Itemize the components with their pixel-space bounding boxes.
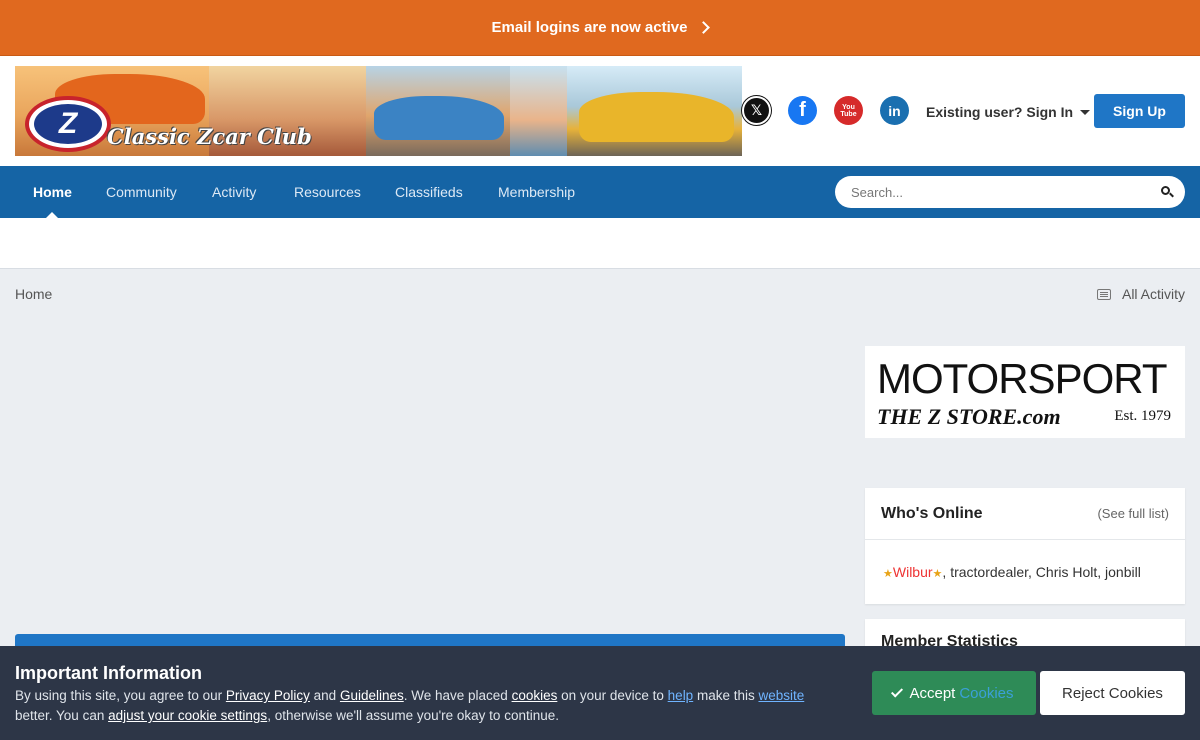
breadcrumb-home[interactable]: Home bbox=[15, 286, 52, 302]
online-user-link[interactable]: Wilbur bbox=[893, 564, 933, 580]
cookie-title: Important Information bbox=[15, 663, 202, 683]
announcement-bar[interactable]: Email logins are now active bbox=[0, 0, 1200, 56]
nav-item-home[interactable]: Home bbox=[33, 166, 72, 218]
widget-header: Who's Online (See full list) bbox=[865, 488, 1185, 540]
reject-cookies-button[interactable]: Reject Cookies bbox=[1040, 671, 1185, 715]
z-badge-icon: Z bbox=[25, 96, 111, 152]
activity-feed-icon bbox=[1096, 288, 1111, 300]
car-illustration bbox=[579, 92, 734, 142]
sign-in-label[interactable]: Existing user? Sign In bbox=[926, 104, 1073, 120]
cookie-text: , otherwise we'll assume you're okay to … bbox=[267, 708, 559, 723]
help-link[interactable]: help bbox=[668, 688, 694, 703]
linkedin-icon[interactable]: in bbox=[880, 96, 909, 125]
sponsor-ad[interactable]: MOTORSPORT THE Z STORE.com Est. 1979 bbox=[865, 346, 1185, 438]
nav-item-membership[interactable]: Membership bbox=[498, 166, 575, 218]
main-nav: Home Community Activity Resources Classi… bbox=[0, 166, 1200, 218]
ad-store-name: THE Z STORE.com bbox=[877, 404, 1061, 429]
check-icon bbox=[891, 685, 904, 698]
cookie-text: and bbox=[309, 688, 340, 703]
ad-headline: MOTORSPORT bbox=[877, 355, 1167, 402]
cookie-text: better. You can bbox=[15, 708, 109, 723]
star-icon: ★ bbox=[932, 568, 943, 580]
cookie-text: By using this site, you agree to our bbox=[15, 688, 226, 703]
youtube-glyph-top: You bbox=[842, 103, 855, 111]
youtube-icon[interactable]: You Tube bbox=[834, 96, 863, 125]
search-icon[interactable] bbox=[1161, 186, 1174, 198]
search-box bbox=[835, 176, 1185, 208]
linkedin-glyph: in bbox=[888, 102, 901, 119]
cookie-text: make this bbox=[693, 688, 759, 703]
cookie-settings-link[interactable]: adjust your cookie settings bbox=[108, 708, 267, 723]
x-icon[interactable]: 𝕏 bbox=[742, 96, 771, 125]
online-users-text[interactable]: , tractordealer, Chris Holt, jonbill bbox=[942, 564, 1140, 580]
online-users-list: ★Wilbur★, tractordealer, Chris Holt, jon… bbox=[865, 540, 1185, 604]
breadcrumb: Home bbox=[15, 286, 52, 302]
accept-cookies-button[interactable]: Accept Cookies bbox=[872, 671, 1036, 715]
announcement-text[interactable]: Email logins are now active bbox=[492, 19, 688, 36]
accept-label: Accept bbox=[909, 684, 956, 702]
chevron-right-icon bbox=[697, 21, 711, 34]
cookie-text: on your device to bbox=[557, 688, 668, 703]
widget-title: Who's Online bbox=[881, 504, 983, 522]
privacy-policy-link[interactable]: Privacy Policy bbox=[226, 688, 310, 703]
site-header: Z Classic Zcar Club 𝕏 f You Tube in Exis… bbox=[0, 56, 1200, 166]
whos-online-widget: Who's Online (See full list) ★Wilbur★, t… bbox=[865, 488, 1185, 604]
sign-in-dropdown[interactable]: Existing user? Sign In bbox=[926, 104, 1091, 120]
badge-letter: Z bbox=[34, 104, 102, 144]
secondary-nav-bar bbox=[0, 218, 1200, 269]
logo-panel bbox=[567, 66, 742, 156]
all-activity-label[interactable]: All Activity bbox=[1122, 286, 1185, 302]
cookies-link[interactable]: cookies bbox=[512, 688, 558, 703]
caret-down-icon bbox=[1080, 109, 1091, 115]
nav-item-classifieds[interactable]: Classifieds bbox=[395, 166, 463, 218]
website-link[interactable]: website bbox=[758, 688, 804, 703]
logo-text: Classic Zcar Club bbox=[107, 124, 312, 149]
cookie-message: By using this site, you agree to our Pri… bbox=[15, 686, 845, 726]
nav-item-activity[interactable]: Activity bbox=[212, 166, 256, 218]
youtube-glyph-bottom: Tube bbox=[840, 110, 857, 118]
car-illustration bbox=[374, 96, 504, 140]
search-input[interactable] bbox=[851, 184, 1141, 200]
all-activity-link[interactable]: All Activity bbox=[1096, 286, 1185, 302]
see-full-list-link[interactable]: (See full list) bbox=[1097, 506, 1169, 521]
logo-panel bbox=[510, 66, 567, 156]
site-logo[interactable]: Z Classic Zcar Club bbox=[15, 66, 742, 156]
accept-suffix: Cookies bbox=[959, 684, 1014, 702]
facebook-icon[interactable]: f bbox=[788, 96, 817, 125]
nav-item-community[interactable]: Community bbox=[106, 166, 177, 218]
logo-panel bbox=[366, 66, 510, 156]
cookie-text: . We have placed bbox=[403, 688, 512, 703]
cookie-consent-bar: Important Information By using this site… bbox=[0, 646, 1200, 740]
guidelines-link[interactable]: Guidelines bbox=[340, 688, 404, 703]
x-glyph: 𝕏 bbox=[750, 102, 763, 118]
sign-up-button[interactable]: Sign Up bbox=[1094, 94, 1185, 128]
nav-item-resources[interactable]: Resources bbox=[294, 166, 361, 218]
facebook-glyph: f bbox=[799, 99, 806, 121]
star-icon: ★ bbox=[883, 568, 893, 580]
ad-established: Est. 1979 bbox=[1114, 408, 1171, 424]
